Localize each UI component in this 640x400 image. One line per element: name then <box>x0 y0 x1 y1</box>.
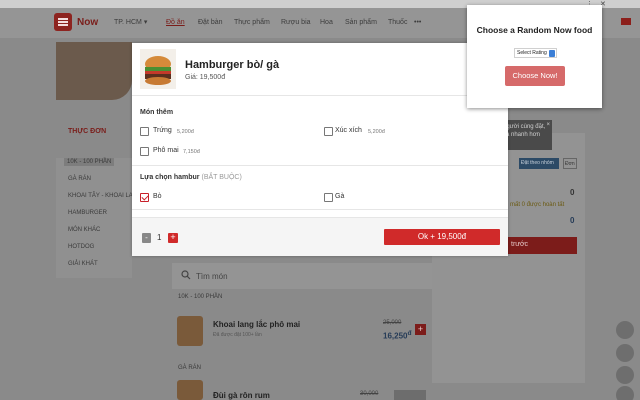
required-tag: (BẮT BUỘC) <box>201 174 242 181</box>
food-name[interactable]: Khoai lang lắc phô mai <box>213 320 300 329</box>
modal-price: Giá: 19,500đ <box>185 74 226 81</box>
choice-checkbox-beef[interactable] <box>140 193 149 202</box>
choice-title-text: Lựa chọn hambur <box>140 174 200 181</box>
delivery-note: mất 0 được hoàn tất <box>510 202 565 208</box>
single-order-button[interactable]: Đơn <box>563 158 577 169</box>
logo-icon[interactable] <box>54 13 72 31</box>
modal-title: Hamburger bò/ gà <box>185 59 280 71</box>
addon-price-cheese: 7,150đ <box>183 149 200 155</box>
food-new-price-value: 16,250 <box>383 331 408 341</box>
addon-price-sausage: 5,200đ <box>368 129 385 135</box>
menu-section-title: 10K - 100 PHẦN <box>178 294 223 300</box>
scroll-up-icon[interactable] <box>616 321 634 339</box>
sidebar-item-10k[interactable]: 10K - 100 PHẦN <box>64 158 115 166</box>
nav-item-flowers[interactable]: Hoa <box>320 19 333 26</box>
search-icon <box>181 270 191 280</box>
divider <box>132 209 508 210</box>
nav-item-alcohol[interactable]: Rượu bia <box>281 19 311 26</box>
restaurant-cover-image <box>56 42 132 100</box>
group-order-button[interactable]: Đặt theo nhóm <box>519 158 559 169</box>
rating-select-value: Select Rating <box>517 50 547 56</box>
sidebar-item-hotdog[interactable]: HOTDOG <box>68 244 94 250</box>
quantity-decrease-button[interactable]: - <box>142 233 151 243</box>
popup-title: Choose a Random Now food <box>476 25 593 35</box>
total-value: 0 <box>570 216 575 225</box>
food-image[interactable] <box>177 380 203 400</box>
subtotal-value: 0 <box>570 188 575 197</box>
addons-title: Món thêm <box>140 109 174 116</box>
addon-checkbox-sausage[interactable] <box>324 127 333 136</box>
nav-item-medicine[interactable]: Thuốc <box>388 19 407 26</box>
food-meta: Đã được đặt 100+ lần <box>213 332 262 338</box>
city-selector[interactable]: TP. HCM ▾ <box>114 18 147 26</box>
food-new-price: 16,250đ <box>383 330 412 341</box>
sidebar-item-drinks[interactable]: GIẢI KHÁT <box>68 261 98 267</box>
search-input[interactable]: Tìm món <box>196 272 228 281</box>
choice-checkbox-chicken[interactable] <box>324 193 333 202</box>
quantity-increase-button[interactable]: + <box>168 233 178 243</box>
chevron-down-icon: ▾ <box>143 19 148 26</box>
addon-price-egg: 5,200đ <box>177 129 194 135</box>
apple-icon[interactable] <box>616 366 634 384</box>
tooltip-text: người cùng đặt, và nhanh hơn <box>503 124 546 138</box>
menu-section-title: GÀ RÁN <box>178 365 202 371</box>
tooltip-close-icon[interactable]: × <box>546 121 550 129</box>
sidebar-title: THỰC ĐƠN <box>68 128 107 135</box>
sidebar-item-other[interactable]: MÓN KHÁC <box>68 227 100 233</box>
logo-text[interactable]: Now <box>77 17 98 28</box>
add-to-cart-modal: Hamburger bò/ gà Giá: 19,500đ Món thêm T… <box>132 43 508 256</box>
sold-out-badge <box>394 390 426 400</box>
rating-select[interactable]: Select Rating <box>514 48 557 58</box>
flag-icon[interactable] <box>621 18 631 25</box>
addon-label-cheese[interactable]: Phô mai <box>153 147 179 154</box>
choice-label-chicken[interactable]: Gà <box>335 193 344 200</box>
select-spinner-icon <box>549 50 555 57</box>
android-icon[interactable] <box>616 386 634 400</box>
food-name[interactable]: Đùi gà rôn rum <box>213 391 270 400</box>
nav-item-products[interactable]: Sản phẩm <box>345 19 377 26</box>
addon-checkbox-egg[interactable] <box>140 127 149 136</box>
choice-title: Lựa chọn hambur (BẮT BUỘC) <box>140 174 242 181</box>
quantity-value: 1 <box>157 233 162 242</box>
sidebar-item-potato[interactable]: KHOAI TÂY - KHOAI LANG <box>68 193 142 199</box>
currency-symbol: đ <box>407 330 412 337</box>
food-image[interactable] <box>177 316 203 346</box>
sidebar-item-hamburger[interactable]: HAMBURGER <box>68 210 107 216</box>
city-label: TP. HCM <box>114 19 142 26</box>
nav-item-booking[interactable]: Đặt bàn <box>198 19 223 26</box>
modal-footer: - 1 + Ok + 19,500đ <box>132 217 508 256</box>
nav-more-icon[interactable]: ••• <box>414 19 421 26</box>
order-button[interactable]: trước <box>506 237 577 254</box>
addon-checkbox-cheese[interactable] <box>140 147 149 156</box>
sidebar-item-fried-chicken[interactable]: GÀ RÁN <box>68 176 91 182</box>
tools-icon[interactable] <box>616 344 634 362</box>
addon-label-egg[interactable]: Trứng <box>153 127 172 134</box>
divider <box>132 165 508 166</box>
choice-label-beef[interactable]: Bò <box>153 193 162 200</box>
food-old-price: 25,000 <box>383 320 402 326</box>
nav-item-food[interactable]: Đồ ăn <box>166 19 185 26</box>
nav-item-groceries[interactable]: Thực phẩm <box>234 19 270 26</box>
random-food-popup: Choose a Random Now food Select Rating C… <box>467 5 602 108</box>
add-to-cart-button[interactable]: + <box>415 324 426 335</box>
addon-label-sausage[interactable]: Xúc xích <box>335 127 362 134</box>
choose-now-button[interactable]: Choose Now! <box>505 66 565 86</box>
food-old-price: 30,000 <box>360 391 379 397</box>
confirm-add-button[interactable]: Ok + 19,500đ <box>384 229 500 245</box>
hamburger-image <box>140 49 176 89</box>
divider <box>132 95 508 96</box>
